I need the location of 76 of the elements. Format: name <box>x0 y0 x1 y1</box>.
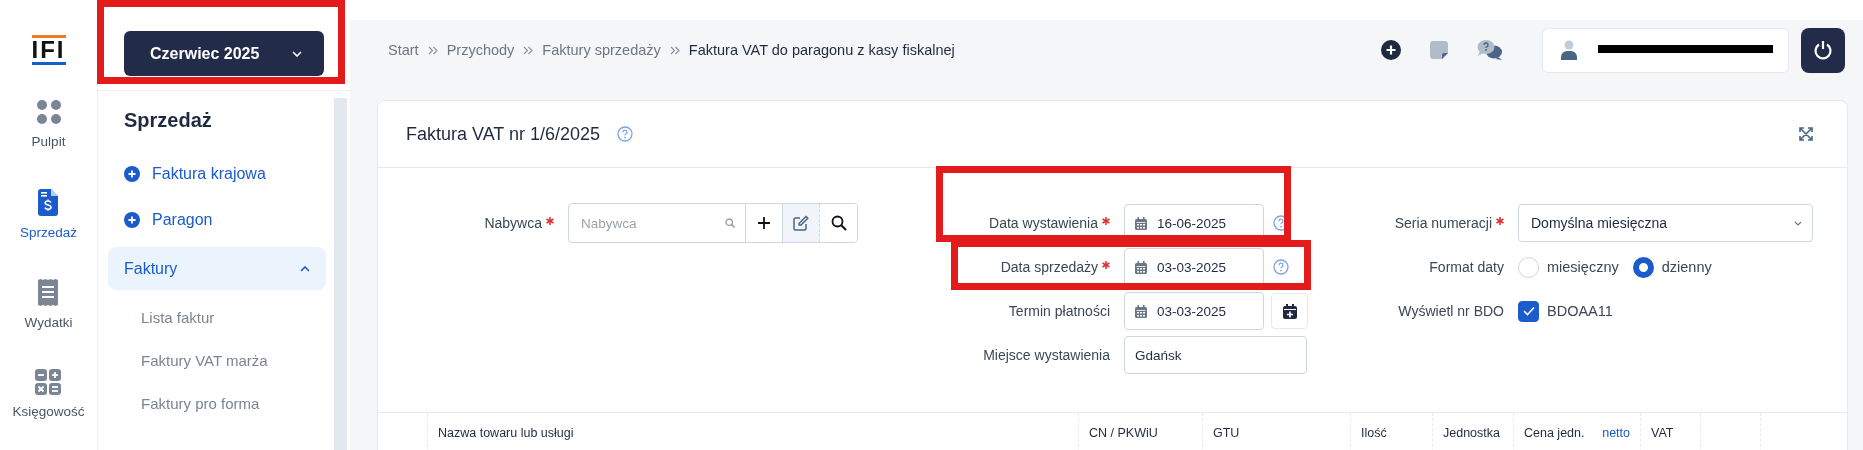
sidebar-group[interactable]: Faktury <box>108 247 326 290</box>
rail-item[interactable]: Sprzedaż <box>19 189 77 279</box>
user-menu[interactable] <box>1542 27 1789 73</box>
field-label: Format daty <box>1429 259 1504 275</box>
column-header: Cena jedn. <box>1524 426 1585 442</box>
column-header: Ilość <box>1361 426 1387 442</box>
help-icon <box>617 126 634 142</box>
plus-circle-icon <box>124 166 140 182</box>
calculator-icon <box>35 369 62 395</box>
field-label: Data sprzedaży <box>1000 259 1098 275</box>
receipt-icon <box>38 279 59 306</box>
help-icon <box>1273 259 1289 275</box>
dots-icon <box>35 99 62 125</box>
column-header: Jednostka <box>1443 426 1500 442</box>
date-field[interactable]: 03-03-2025 <box>1124 292 1264 330</box>
user-icon <box>1561 40 1577 60</box>
scrollbar[interactable] <box>334 98 347 450</box>
checkbox[interactable] <box>1518 300 1539 322</box>
help-chat-icon[interactable] <box>1477 39 1503 61</box>
logo[interactable]: IFI <box>31 35 66 65</box>
column-toggle-link[interactable]: netto <box>1602 426 1630 450</box>
rail-item[interactable]: Pulpit <box>31 99 66 189</box>
radio-button[interactable] <box>1632 256 1654 278</box>
text-field[interactable]: Gdańsk <box>1124 336 1307 374</box>
chevron-down-icon <box>1794 220 1802 226</box>
field-label: Seria numeracji <box>1394 215 1492 231</box>
plus-icon <box>757 216 771 230</box>
calendar-icon <box>1135 304 1147 318</box>
search-icon <box>725 218 735 228</box>
checkmark-icon <box>1522 306 1535 316</box>
column-header: Nazwa towaru lub usługi <box>438 426 574 442</box>
breadcrumb-link[interactable]: Start <box>388 42 419 58</box>
sidebar-item[interactable]: Faktury pro forma <box>108 382 334 425</box>
power-button[interactable] <box>1801 27 1845 73</box>
column-header: CN / PKWiU <box>1089 426 1158 442</box>
breadcrumb-link[interactable]: Faktury sprzedaży <box>542 42 661 58</box>
double-chevron-icon <box>669 45 680 55</box>
column-header: VAT <box>1651 426 1674 442</box>
period-dropdown[interactable]: Czerwiec 2025 <box>124 31 324 76</box>
sidebar-item[interactable]: Faktury VAT marża <box>108 339 334 382</box>
plus-circle-icon[interactable] <box>1381 40 1401 60</box>
calendar-button[interactable] <box>1271 293 1308 329</box>
sidebar-link[interactable]: Faktura krajowa <box>108 151 334 197</box>
breadcrumb-current: Faktura VAT do paragonu z kasy fiskalnej <box>688 42 955 58</box>
chevron-down-icon <box>292 50 302 57</box>
power-icon <box>1813 40 1833 60</box>
checkbox-label: BDOAA11 <box>1547 303 1613 319</box>
edit-icon <box>793 215 809 231</box>
field-label: Termin płatności <box>1008 303 1110 319</box>
calendar-icon <box>1135 260 1147 274</box>
sidebar-item[interactable]: Lista faktur <box>108 296 334 339</box>
sidebar-link[interactable]: Paragon <box>108 197 334 243</box>
double-chevron-icon <box>523 45 534 55</box>
breadcrumb-link[interactable]: Przychody <box>446 42 515 58</box>
field-label: Wyświetl nr BDO <box>1398 303 1504 319</box>
search-icon <box>830 215 847 231</box>
field-label: Nabywca <box>484 215 542 231</box>
field-label: Data wystawienia <box>989 215 1098 231</box>
sticky-note-icon[interactable] <box>1430 41 1448 59</box>
expand-icon[interactable] <box>1799 127 1813 141</box>
double-chevron-icon <box>427 45 438 55</box>
radio-label: dzienny <box>1661 259 1712 275</box>
calendar-plus-icon <box>1282 303 1297 319</box>
plus-circle-icon <box>124 212 140 228</box>
edit-button[interactable] <box>783 204 820 242</box>
field-label: Miejsce wystawienia <box>983 347 1110 363</box>
document-dollar-icon <box>38 189 59 216</box>
radio-label: miesięczny <box>1547 259 1619 275</box>
column-header: GTU <box>1213 426 1240 442</box>
rail-item[interactable]: Wydatki <box>24 279 73 369</box>
select-field[interactable]: Domyślna miesięczna <box>1518 204 1813 242</box>
chevron-up-icon <box>300 265 310 272</box>
rail-item[interactable]: Księgowość <box>12 369 85 450</box>
calendar-icon <box>1135 216 1147 230</box>
section-title: Sprzedaż <box>123 108 213 133</box>
card-title: Faktura VAT nr 1/6/2025 <box>406 123 601 145</box>
